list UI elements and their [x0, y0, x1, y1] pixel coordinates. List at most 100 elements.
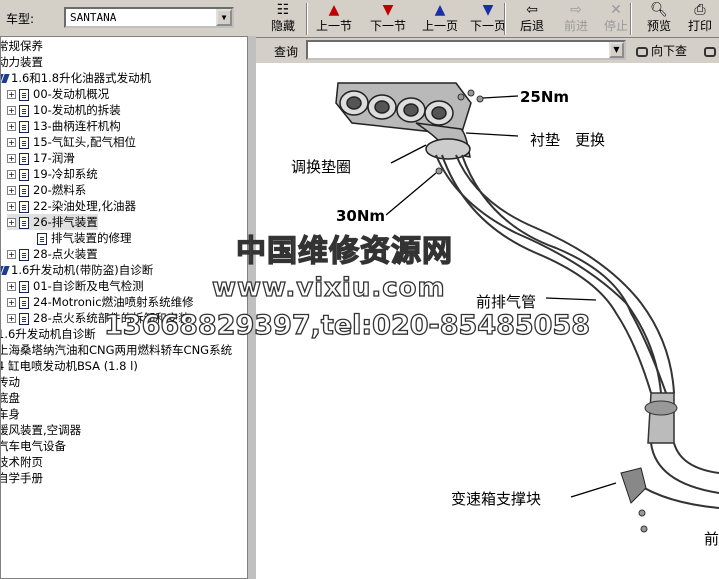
preview-label: 预览: [646, 19, 671, 33]
rear-pipe: [635, 442, 719, 509]
print-label: 打印: [687, 19, 712, 33]
tree-item[interactable]: +28-点火装置: [7, 246, 98, 262]
tree-item[interactable]: 排气装置的修理: [37, 230, 132, 246]
tree-item-label: 01-自诊断及电气检测: [33, 279, 144, 293]
front-exhaust-pipe: [435, 154, 675, 394]
toolbar-separator: [630, 3, 632, 35]
binoculars-icon: [704, 46, 716, 57]
search-input[interactable]: ▼: [306, 40, 626, 60]
document-icon: [19, 136, 29, 149]
document-icon: [19, 152, 29, 165]
expand-icon[interactable]: +: [7, 218, 16, 227]
chevron-down-icon[interactable]: ▼: [216, 9, 232, 26]
expand-icon[interactable]: +: [7, 250, 16, 259]
tree-item[interactable]: 自学手册: [1, 470, 43, 486]
gearbox-bracket: [620, 467, 647, 504]
prev-section-label: 上一节: [315, 19, 352, 33]
tree-item[interactable]: +10-发动机的拆装: [7, 102, 121, 118]
tree-item[interactable]: 1.6升发动机(带防盗)自诊断: [1, 262, 154, 278]
tree-item[interactable]: 暖风装置,空调器: [1, 422, 81, 438]
tree-item[interactable]: 常规保养: [1, 38, 43, 54]
find-down-label: 向下查: [651, 44, 688, 58]
catalog-tree: 常规保养 动力装置 1.6和1.8升化油器式发动机 +00-发动机概况 +10-发动机的…: [0, 36, 248, 579]
expand-icon[interactable]: +: [7, 314, 16, 323]
tree-item[interactable]: +17-润滑: [7, 150, 75, 166]
expand-icon[interactable]: +: [7, 202, 16, 211]
tree-item-label: 动力装置: [0, 55, 43, 69]
tree-item[interactable]: +22-染油处理,化油器: [7, 198, 136, 214]
tree-item[interactable]: 动力装置: [0, 54, 43, 70]
tree-scrollbar[interactable]: [248, 36, 256, 579]
prev-page-label: 上一页: [421, 19, 458, 33]
expand-icon[interactable]: +: [7, 90, 16, 99]
tree-item[interactable]: 1.6升发动机自诊断: [1, 326, 96, 342]
back-label: 后退: [519, 19, 544, 33]
tree-item[interactable]: +01-自诊断及电气检测: [7, 278, 144, 294]
prev-section-button[interactable]: ▲ 上一节: [310, 1, 358, 35]
search-label: 查询: [274, 45, 299, 59]
back-button[interactable]: ⇦ 后退: [512, 1, 552, 35]
print-button[interactable]: ⎙ 打印: [680, 1, 719, 35]
forward-button[interactable]: ⇨ 前进: [556, 1, 596, 35]
tree-item-label: 4 缸电喷发动机BSA (1.8 l): [0, 359, 138, 373]
tree-item[interactable]: 上海桑塔纳汽油和CNG两用燃料轿车CNG系统: [1, 342, 232, 358]
tree-item[interactable]: +19-冷却系统: [7, 166, 98, 182]
tree-item[interactable]: 技术附页: [0, 454, 43, 470]
toolbar-separator: [306, 3, 308, 35]
tree-item[interactable]: 汽车电气设备: [1, 438, 66, 454]
tree-item[interactable]: +26-排气装置: [7, 214, 98, 230]
tree-item-label: 20-燃料系: [33, 183, 87, 197]
clamp: [644, 400, 678, 416]
tree-item[interactable]: 传动: [1, 374, 20, 390]
torque-25-label: 25Nm: [520, 88, 570, 106]
tree-item-label: 24-Motronic燃油喷射系统维修: [33, 295, 194, 309]
tree-item[interactable]: +13-曲柄连杆机构: [7, 118, 121, 134]
tree-item[interactable]: 底盘: [1, 390, 20, 406]
next-section-button[interactable]: ▼ 下一节: [362, 1, 414, 35]
open-book-icon: [1, 266, 10, 275]
find-down-button[interactable]: 向下查: [636, 42, 687, 59]
document-icon: [19, 312, 29, 325]
tree-item-label: 17-润滑: [33, 151, 75, 165]
binoculars-icon: [636, 46, 648, 57]
hide-button[interactable]: ☷ 隐藏: [264, 1, 302, 35]
expand-icon[interactable]: +: [7, 282, 16, 291]
find-other-button[interactable]: 向: [704, 42, 719, 59]
tree-item[interactable]: 1.6和1.8升化油器式发动机: [1, 70, 151, 86]
expand-icon[interactable]: +: [7, 138, 16, 147]
arrow-up-red-icon: ▲: [328, 2, 340, 18]
tree-item[interactable]: +00-发动机概况: [7, 86, 109, 102]
tree-item-label: 19-冷却系统: [33, 167, 98, 181]
document-icon: [19, 248, 29, 261]
tree-item-label: 1.6升发动机(带防盗)自诊断: [11, 263, 154, 277]
expand-icon[interactable]: +: [7, 170, 16, 179]
document-icon: [19, 216, 29, 229]
tree-item[interactable]: +15-气缸头,配气相位: [7, 134, 136, 150]
document-icon: [19, 168, 29, 181]
tree-item-label: 26-排气装置: [33, 215, 98, 229]
document-icon: [19, 280, 29, 293]
tree-item[interactable]: 车身: [1, 406, 20, 422]
model-select-value: SANTANA: [70, 11, 117, 24]
tree-item-label: 车身: [1, 407, 20, 421]
tree-item-label: 技术附页: [0, 455, 43, 469]
chevron-down-icon[interactable]: ▼: [609, 42, 624, 58]
tree-item[interactable]: +24-Motronic燃油喷射系统维修: [7, 294, 194, 310]
preview-button[interactable]: 🔍︎ 预览: [638, 1, 680, 35]
model-select[interactable]: SANTANA ▼: [64, 7, 234, 28]
tree-item-label: 13-曲柄连杆机构: [33, 119, 121, 133]
expand-icon[interactable]: +: [7, 106, 16, 115]
expand-icon[interactable]: +: [7, 122, 16, 131]
watermark-line-3: 13668829397,tel:020-85485058: [103, 309, 591, 341]
toolbar-separator: [504, 3, 506, 35]
prev-page-button[interactable]: ▲ 上一页: [416, 1, 464, 35]
expand-icon[interactable]: +: [7, 298, 16, 307]
open-book-icon: [1, 74, 10, 83]
tree-item[interactable]: 4 缸电喷发动机BSA (1.8 l): [0, 358, 138, 374]
front-pipe-label: 前排气管: [476, 293, 537, 311]
expand-icon[interactable]: +: [7, 186, 16, 195]
tree-item[interactable]: +20-燃料系: [7, 182, 86, 198]
expand-icon[interactable]: +: [7, 154, 16, 163]
forward-icon: ⇨: [570, 2, 582, 18]
torque-30-label: 30Nm: [336, 207, 386, 225]
